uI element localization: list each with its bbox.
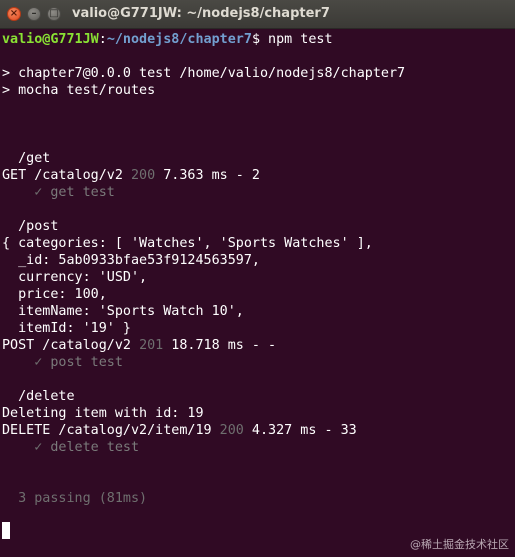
minimize-icon: – bbox=[31, 8, 37, 19]
body-line: { categories: [ 'Watches', 'Sports Watch… bbox=[2, 236, 373, 251]
maximize-button[interactable]: □ bbox=[47, 7, 61, 21]
close-button[interactable]: × bbox=[7, 7, 21, 21]
request-text: DELETE /catalog/v2/item/19 bbox=[2, 423, 220, 438]
request-text: POST /catalog/v2 bbox=[2, 338, 140, 353]
minimize-button[interactable]: – bbox=[27, 7, 41, 21]
request-log-get: GET /catalog/v2 200 7.363 ms - 2 bbox=[2, 167, 260, 184]
status-code: 200 bbox=[131, 168, 156, 183]
suite-title-delete: /delete bbox=[2, 389, 75, 404]
test-result-get: ✓ get test bbox=[2, 184, 115, 201]
test-summary: 3 passing (81ms) bbox=[2, 491, 148, 506]
request-timing: 7.363 ms - 2 bbox=[155, 168, 260, 183]
prompt-path: ~/nodejs8/chapter7 bbox=[106, 32, 252, 47]
title-bar[interactable]: × – □ valio@G771JW: ~/nodejs8/chapter7 bbox=[0, 0, 515, 29]
test-result-delete: ✓ delete test bbox=[2, 439, 139, 456]
script-header-line: > chapter7@0.0.0 test /home/valio/nodejs… bbox=[2, 66, 406, 81]
maximize-icon: □ bbox=[49, 8, 59, 19]
status-code: 201 bbox=[139, 338, 164, 353]
request-log-delete: DELETE /catalog/v2/item/19 200 4.327 ms … bbox=[2, 422, 357, 439]
prompt-symbol: $ bbox=[251, 32, 260, 47]
check-icon: ✓ bbox=[2, 355, 43, 370]
terminal-window: × – □ valio@G771JW: ~/nodejs8/chapter7 v… bbox=[0, 0, 515, 557]
close-icon: × bbox=[9, 8, 19, 19]
text-cursor bbox=[2, 522, 10, 539]
test-result-post: ✓ post test bbox=[2, 354, 123, 371]
test-name: delete test bbox=[42, 440, 140, 455]
prompt-user-host: valio@G771JW bbox=[2, 32, 99, 47]
check-icon: ✓ bbox=[2, 440, 43, 455]
body-line: itemId: '19' } bbox=[2, 321, 131, 336]
prompt-separator: : bbox=[98, 32, 107, 47]
body-line: currency: 'USD', bbox=[2, 270, 148, 285]
body-line: _id: 5ab0933bfae53f9124563597, bbox=[2, 253, 260, 268]
request-text: GET /catalog/v2 bbox=[2, 168, 131, 183]
status-code: 200 bbox=[219, 423, 244, 438]
check-icon: ✓ bbox=[2, 185, 43, 200]
prompt-line: valio@G771JW:~/nodejs8/chapter7$ npm tes… bbox=[2, 31, 333, 48]
request-timing: 18.718 ms - - bbox=[163, 338, 277, 353]
prompt-command: npm test bbox=[260, 32, 333, 47]
script-command-line: > mocha test/routes bbox=[2, 83, 156, 98]
window-title: valio@G771JW: ~/nodejs8/chapter7 bbox=[72, 6, 330, 21]
delete-log: Deleting item with id: 19 bbox=[2, 406, 204, 421]
terminal-output[interactable]: valio@G771JW:~/nodejs8/chapter7$ npm tes… bbox=[0, 29, 515, 557]
watermark: @稀土掘金技术社区 bbox=[410, 538, 509, 551]
test-name: post test bbox=[42, 355, 123, 370]
suite-title-get: /get bbox=[2, 151, 51, 166]
test-name: get test bbox=[42, 185, 115, 200]
body-line: price: 100, bbox=[2, 287, 107, 302]
body-line: itemName: 'Sports Watch 10', bbox=[2, 304, 244, 319]
suite-title-post: /post bbox=[2, 219, 59, 234]
request-log-post: POST /catalog/v2 201 18.718 ms - - bbox=[2, 337, 276, 354]
request-timing: 4.327 ms - 33 bbox=[243, 423, 357, 438]
